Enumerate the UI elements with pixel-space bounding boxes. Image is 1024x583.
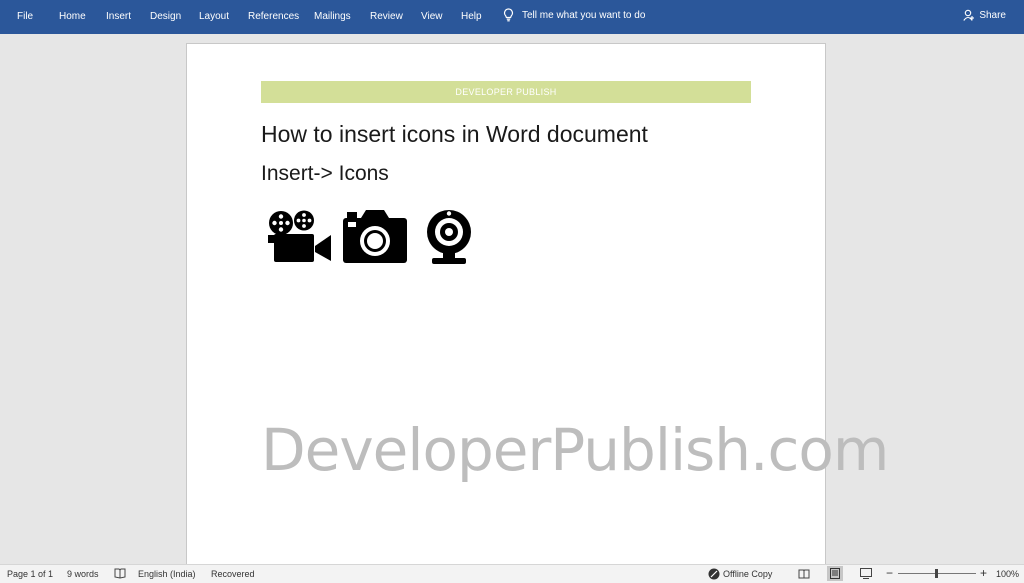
print-layout-icon [830,568,840,579]
tab-insert[interactable]: Insert [106,11,131,22]
zoom-level[interactable]: 100% [996,569,1019,579]
document-page[interactable]: DEVELOPER PUBLISH How to insert icons in… [186,43,889,570]
tab-help[interactable]: Help [461,11,482,22]
webcam-icon[interactable] [426,209,472,264]
web-layout-icon [860,568,872,579]
tab-references[interactable]: References [248,11,299,22]
page-count[interactable]: Page 1 of 1 [7,569,53,579]
offline-icon [708,568,720,580]
zoom-out-button[interactable]: − [886,566,893,580]
camera-icon[interactable] [343,210,407,263]
document-title: How to insert icons in Word document [261,121,648,147]
document-subtitle: Insert-> Icons [261,162,389,185]
movie-camera-icon[interactable] [268,210,332,262]
tab-design[interactable]: Design [150,11,181,22]
watermark: DeveloperPublish.com [261,416,889,484]
lightbulb-icon [503,8,514,22]
status-bar: Page 1 of 1 9 words English (India) Reco… [0,564,1024,583]
offline-copy-label[interactable]: Offline Copy [723,569,772,579]
tab-mailings[interactable]: Mailings [314,11,351,22]
zoom-in-button[interactable]: + [980,566,987,580]
language-indicator[interactable]: English (India) [138,569,196,579]
read-mode-button[interactable] [796,566,812,581]
tell-me-text: Tell me what you want to do [522,9,646,21]
share-button[interactable]: Share [963,9,1006,21]
tab-view[interactable]: View [421,11,443,22]
read-mode-icon [798,569,810,578]
proofing-icon[interactable] [114,568,126,579]
word-count[interactable]: 9 words [67,569,99,579]
tab-review[interactable]: Review [370,11,403,22]
header-band: DEVELOPER PUBLISH [261,81,751,103]
tab-file[interactable]: File [17,11,33,22]
print-layout-button[interactable] [827,566,843,581]
share-label: Share [979,9,1006,21]
tab-home[interactable]: Home [59,11,86,22]
zoom-slider-thumb[interactable] [935,569,938,578]
web-layout-button[interactable] [858,566,874,581]
tab-layout[interactable]: Layout [199,11,229,22]
ribbon-bar: File Home Insert Design Layout Reference… [0,0,1024,34]
tell-me-search[interactable]: Tell me what you want to do [503,8,645,22]
recovered-label: Recovered [211,569,255,579]
person-icon [963,9,975,21]
